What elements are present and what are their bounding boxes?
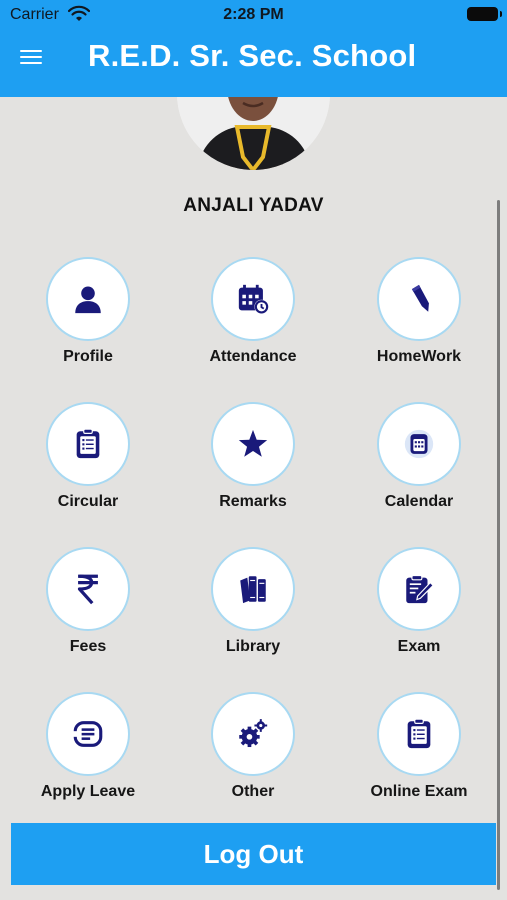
calendar-clock-icon [238,284,269,314]
menu-label-remarks: Remarks [219,493,287,510]
menu-tile-online-exam[interactable]: Online Exam [344,692,494,822]
logout-button[interactable]: Log Out [11,823,496,885]
menu-tile-homework[interactable]: HomeWork [344,257,494,387]
menu-label-online-exam: Online Exam [370,783,468,800]
status-time: 2:28 PM [223,6,284,23]
menu-label-exam: Exam [397,638,441,655]
menu-label-attendance: Attendance [209,348,297,365]
star-icon [238,429,268,457]
clipboard-icon [407,718,431,749]
gears-icon [239,719,268,748]
menu-tile-circular[interactable]: Circular [13,402,163,532]
menu-tile-remarks[interactable]: Remarks [178,402,328,532]
hamburger-menu-icon[interactable] [20,50,42,66]
menu-label-apply-leave: Apply Leave [40,783,136,800]
menu-tile-profile[interactable]: Profile [13,257,163,387]
pencil-icon [411,284,429,312]
student-name: ANJALI YADAV [183,195,324,216]
status-bar: Carrier 2:28 PM [0,0,507,30]
menu-label-circular: Circular [57,493,119,510]
menu-label-fees: Fees [69,638,107,655]
menu-tile-calendar[interactable]: Calendar [344,402,494,532]
menu-label-calendar: Calendar [384,493,454,510]
menu-label-homework: HomeWork [376,348,462,365]
person-icon [75,286,101,314]
calendar-icon [404,429,434,459]
exam-edit-icon [406,574,434,604]
app-header: Carrier 2:28 PM R.E.D. Sr. Sec. School [0,0,507,97]
battery-icon [467,7,502,21]
notice-list-icon [76,428,100,459]
books-icon [240,576,266,604]
menu-label-library: Library [225,638,281,655]
rupee-icon [77,574,98,605]
menu-tile-fees[interactable]: Fees [13,547,163,677]
leave-doc-icon [72,721,103,747]
menu-tile-library[interactable]: Library [178,547,328,677]
menu-label-other: Other [231,783,275,800]
menu-tile-apply-leave[interactable]: Apply Leave [13,692,163,822]
menu-tile-other[interactable]: Other [178,692,328,822]
menu-tile-exam[interactable]: Exam [344,547,494,677]
menu-tile-attendance[interactable]: Attendance [178,257,328,387]
app-title: R.E.D. Sr. Sec. School [88,38,417,73]
menu-label-profile: Profile [63,348,113,365]
